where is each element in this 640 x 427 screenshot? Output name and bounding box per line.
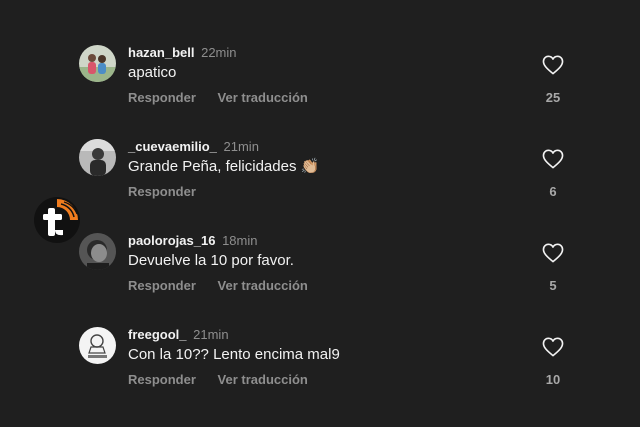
translate-button[interactable]: Ver traducción xyxy=(218,372,308,387)
comment-text: Grande Peña, felicidades 👏🏼 xyxy=(128,158,320,175)
comment-actions: Responder xyxy=(128,184,196,200)
timestamp: 21min xyxy=(223,139,259,154)
reply-button[interactable]: Responder xyxy=(128,278,196,293)
comment-meta: freegool_ 21min xyxy=(128,327,229,343)
comment-meta: _cuevaemilio_ 21min xyxy=(128,139,259,155)
comment-actions: Responder Ver traducción xyxy=(128,278,308,294)
avatar[interactable] xyxy=(79,45,116,82)
heart-outline-icon[interactable] xyxy=(542,337,564,357)
like-count: 6 xyxy=(549,184,557,199)
t-logo-icon xyxy=(34,197,80,243)
avatar[interactable] xyxy=(79,233,116,270)
avatar[interactable] xyxy=(79,139,116,176)
comment-item: freegool_ 21min Con la 10?? Lento encima… xyxy=(0,323,640,417)
comment-meta: paolorojas_16 18min xyxy=(128,233,257,249)
comment-item: _cuevaemilio_ 21min Grande Peña, felicid… xyxy=(0,135,640,229)
comment-item: hazan_bell 22min apatico Responder Ver t… xyxy=(0,41,640,135)
username[interactable]: _cuevaemilio_ xyxy=(128,139,217,154)
heart-outline-icon[interactable] xyxy=(542,55,564,75)
avatar[interactable] xyxy=(79,327,116,364)
comment-text: Devuelve la 10 por favor. xyxy=(128,252,294,269)
reply-button[interactable]: Responder xyxy=(128,372,196,387)
timestamp: 21min xyxy=(193,327,229,342)
comment-text: apatico xyxy=(128,64,177,81)
translate-button[interactable]: Ver traducción xyxy=(218,90,308,105)
translate-button[interactable]: Ver traducción xyxy=(218,278,308,293)
username[interactable]: hazan_bell xyxy=(128,45,194,60)
username[interactable]: freegool_ xyxy=(128,327,187,342)
comment-meta: hazan_bell 22min xyxy=(128,45,237,61)
comment-actions: Responder Ver traducción xyxy=(128,372,308,388)
heart-outline-icon[interactable] xyxy=(542,243,564,263)
timestamp: 22min xyxy=(201,45,237,60)
reply-button[interactable]: Responder xyxy=(128,184,196,199)
timestamp: 18min xyxy=(222,233,258,248)
comment-item: paolorojas_16 18min Devuelve la 10 por f… xyxy=(0,229,640,323)
like-count: 25 xyxy=(545,90,561,105)
comment-actions: Responder Ver traducción xyxy=(128,90,308,106)
username[interactable]: paolorojas_16 xyxy=(128,233,215,248)
like-count: 5 xyxy=(549,278,557,293)
reply-button[interactable]: Responder xyxy=(128,90,196,105)
like-count: 10 xyxy=(545,372,561,387)
heart-outline-icon[interactable] xyxy=(542,149,564,169)
comment-text: Con la 10?? Lento encima mal9 xyxy=(128,346,340,363)
